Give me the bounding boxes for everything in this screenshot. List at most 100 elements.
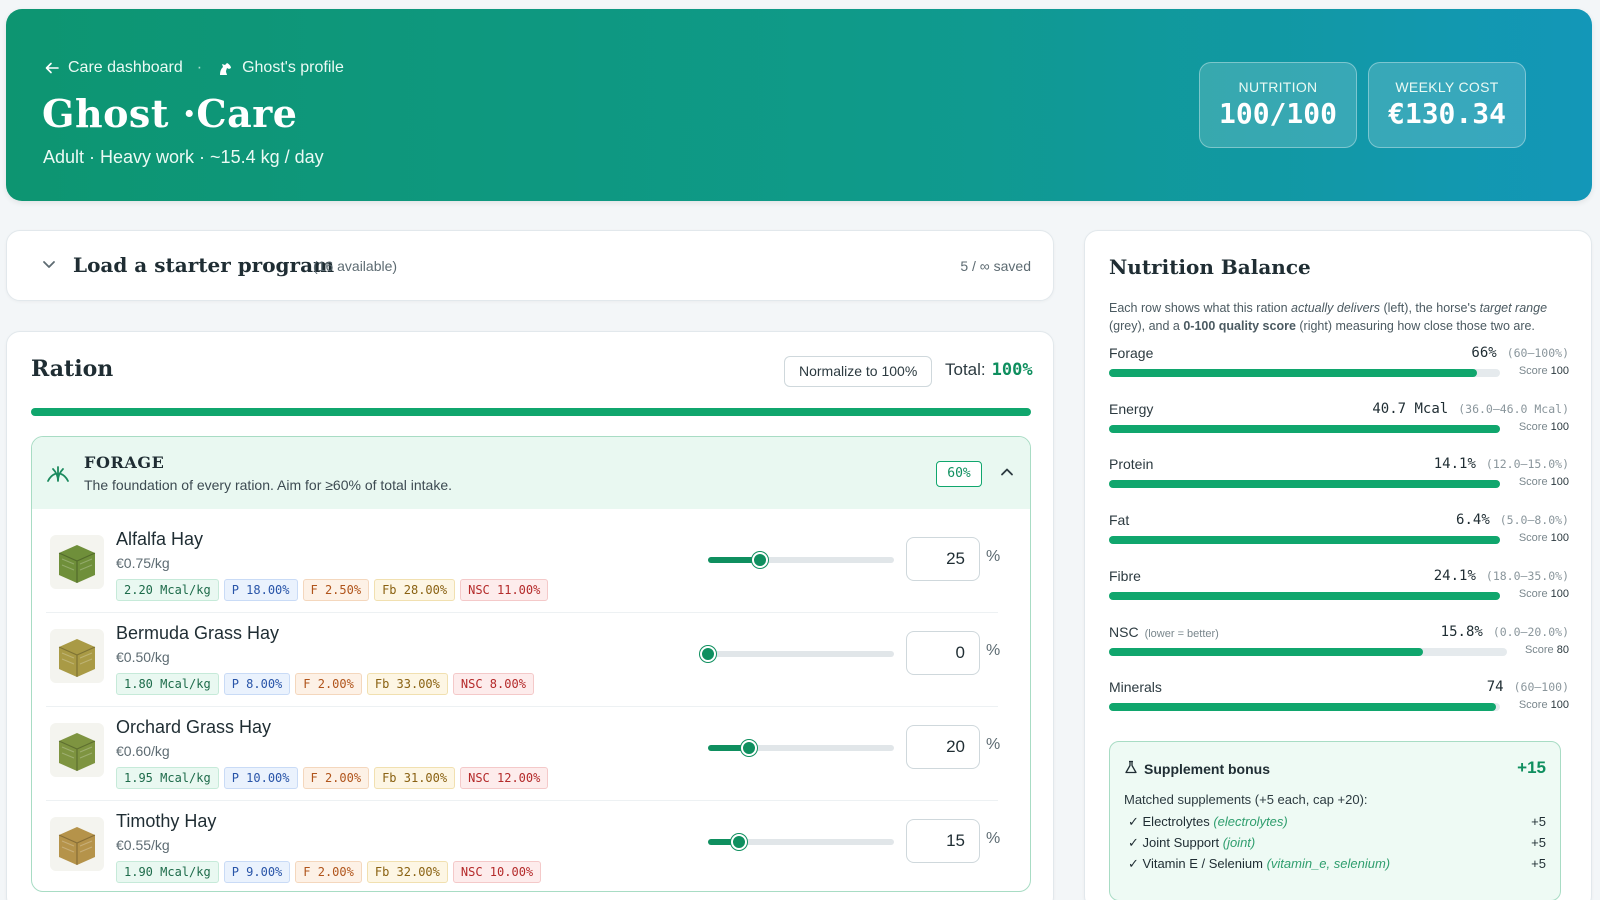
nutrient-range: (36.0–46.0 Mcal) <box>1458 401 1569 416</box>
percent-unit: % <box>986 830 1001 847</box>
feed-row: Timothy Hay €0.55/kg 1.90 Mcal/kg P 9.00% F … <box>46 799 1001 891</box>
energy-chip: 1.95 Mcal/kg <box>116 767 219 789</box>
fat-chip: F 2.00% <box>295 861 362 883</box>
percent-input[interactable]: 15 <box>906 819 980 863</box>
nutrient-values: 6.4% (5.0–8.0%) <box>1456 512 1569 528</box>
supplement-item: ✓ Electrolytes (electrolytes) +5 <box>1128 814 1546 830</box>
nutrient-values: 14.1% (12.0–15.0%) <box>1434 456 1569 472</box>
feed-name: Bermuda Grass Hay <box>116 623 280 643</box>
score-value: 100 <box>1550 587 1569 600</box>
fibre-chip: Fb 28.00% <box>374 579 456 601</box>
page-subtitle: Adult · Heavy work · ~15.4 kg / day <box>43 147 324 167</box>
amount-slider[interactable] <box>700 646 894 662</box>
group-name: FORAGE <box>84 453 165 472</box>
feed-price: €0.55/kg <box>116 837 170 853</box>
slider-handle[interactable] <box>751 552 768 568</box>
feed-name: Orchard Grass Hay <box>116 717 272 737</box>
nutrient-range: (0.0–20.0%) <box>1492 624 1569 639</box>
feed-price: €0.50/kg <box>116 649 170 665</box>
supplement-bonus-total: +15 <box>1517 758 1546 777</box>
nutrient-bar-fill <box>1109 480 1500 489</box>
nutrient-values: 24.1% (18.0–35.0%) <box>1434 568 1569 584</box>
protein-chip: P 10.00% <box>223 767 298 789</box>
percent-input[interactable]: 0 <box>906 631 980 675</box>
nutrition-title: Nutrition Balance <box>1109 255 1311 279</box>
feed-name: Timothy Hay <box>116 811 217 831</box>
nutrient-range: (60–100%) <box>1506 346 1569 360</box>
supplement-name: ✓ Electrolytes <box>1128 814 1210 829</box>
profile-link[interactable]: Ghost's profile <box>216 59 344 77</box>
nutrient-range: (12.0–15.0%) <box>1485 457 1569 472</box>
amount-slider[interactable] <box>708 740 894 756</box>
amount-slider[interactable] <box>708 834 894 850</box>
nutrient-bar-fill <box>1109 536 1500 545</box>
nutrient-row: Protein 14.1% (12.0–15.0%) Score 100 <box>1109 456 1569 506</box>
fat-chip: F 2.00% <box>302 767 370 789</box>
percent-input[interactable]: 25 <box>906 537 980 581</box>
score-value: 100 <box>1550 532 1569 545</box>
slider-handle[interactable] <box>741 740 758 756</box>
nutrient-range: (18.0–35.0%) <box>1485 568 1569 583</box>
chevron-up-icon[interactable] <box>1000 465 1014 484</box>
supplement-name: ✓ Vitamin E / Selenium <box>1128 856 1263 871</box>
saved-count: 5 / ∞ saved <box>960 258 1031 274</box>
protein-chip: P 8.00% <box>223 673 291 695</box>
percent-input[interactable]: 20 <box>906 725 980 769</box>
hay-bale-icon <box>50 817 104 871</box>
score-label: Score <box>1518 532 1548 545</box>
nutrient-label: Fat <box>1109 512 1129 528</box>
score-value: 100 <box>1550 476 1569 489</box>
nsc-chip: NSC 8.00% <box>452 673 534 695</box>
nutrient-row: Forage 66% (60–100%) Score 100 <box>1109 345 1569 395</box>
supplement-points: +5 <box>1531 856 1546 871</box>
fibre-chip: Fb 31.00% <box>374 767 456 789</box>
nutrient-name: Protein <box>1109 456 1154 473</box>
nutrient-chips: 1.95 Mcal/kg P 10.00% F 2.00% Fb 31.00% NSC … <box>116 767 549 789</box>
hay-bale-icon <box>50 535 104 589</box>
nutrient-bar-fill <box>1109 424 1500 433</box>
chevron-down-icon[interactable] <box>41 256 57 277</box>
nutrient-values: 74 (60–100) <box>1487 679 1569 695</box>
nutrient-values: 40.7 Mcal (36.0–46.0 Mcal) <box>1372 401 1569 417</box>
page-title: Ghost ·Care <box>42 91 298 136</box>
supplement-points: +5 <box>1531 835 1546 850</box>
feed-price: €0.75/kg <box>116 555 170 571</box>
hay-bale-icon <box>50 723 104 777</box>
score-label: Score <box>1518 476 1548 489</box>
nutrient-value: 24.1% <box>1433 567 1476 584</box>
grass-icon <box>46 461 70 488</box>
group-percent-badge: 60% <box>936 461 982 487</box>
nutrition-intro: Each row shows what this ration actually… <box>1109 299 1569 335</box>
supplement-bonus-title: Supplement bonus <box>1124 760 1270 777</box>
nutrient-score: Score 100 <box>1519 699 1569 711</box>
nutrient-score: Score 100 <box>1519 476 1569 488</box>
starter-program-panel[interactable]: Load a starter program (16 available) 5 … <box>6 230 1054 301</box>
back-link[interactable]: Care dashboard <box>44 59 183 77</box>
feed-row: Bermuda Grass Hay €0.50/kg 1.80 Mcal/kg P 8… <box>46 611 1000 707</box>
nutrient-row: NSC (lower = better) 15.8% (0.0–20.0%) Score… <box>1109 624 1569 674</box>
nutrition-stat-card: NUTRITION 100/100 <box>1199 62 1357 148</box>
breadcrumb-separator: · <box>196 59 203 76</box>
normalize-button[interactable]: Normalize to 100% <box>784 356 933 387</box>
fibre-chip: Fb 32.00% <box>366 861 448 883</box>
nutrient-bar <box>1109 480 1500 489</box>
supplement-key: (vitamin_e, selenium) <box>1266 856 1391 871</box>
nutrient-label: Fibre <box>1109 568 1141 584</box>
fat-chip: F 2.00% <box>295 673 362 695</box>
forage-group-header[interactable]: FORAGE The foundation of every ration. A… <box>32 437 1030 509</box>
ration-panel: Ration Normalize to 100% Total: 100% FORA… <box>6 331 1054 900</box>
feed-price: €0.60/kg <box>116 743 170 759</box>
nutrient-note: (lower = better) <box>1144 627 1219 640</box>
amount-slider[interactable] <box>708 552 894 568</box>
slider-handle[interactable] <box>700 646 716 662</box>
nutrient-chips: 1.80 Mcal/kg P 8.00% F 2.00% Fb 33.00% NSC 8… <box>116 673 534 695</box>
protein-chip: P 18.00% <box>223 579 298 601</box>
slider-handle[interactable] <box>731 834 747 850</box>
nutrient-name: Fat <box>1109 512 1130 529</box>
score-value: 80 <box>1556 643 1569 656</box>
nutrient-bar-fill <box>1109 369 1477 377</box>
nutrient-value: 40.7 Mcal <box>1372 400 1449 417</box>
supplement-item: ✓ Joint Support (joint) +5 <box>1128 835 1546 851</box>
ration-title: Ration <box>31 356 114 382</box>
nutrient-bar <box>1109 703 1500 712</box>
